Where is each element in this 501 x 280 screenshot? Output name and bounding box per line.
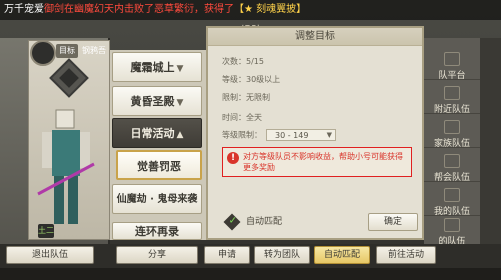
activity-label: 黄昏圣殿 [130, 95, 175, 108]
activity-label: 连环再录 [135, 225, 179, 238]
share-button[interactable]: 分享 [116, 246, 198, 264]
goto-activity-button[interactable]: 前往活动 [376, 246, 436, 264]
confirm-button[interactable]: 确定 [368, 213, 418, 231]
guild-icon [444, 154, 460, 168]
marquee-item: 【★ 刻魂翼披】 [234, 4, 307, 15]
level-label: 等级： [222, 75, 246, 84]
time-label: 时间： [222, 113, 246, 122]
activity-list: 魔霜城上 ▼ 黄昏圣殿 ▼ 日常活动 ▲ 觉善罚恶 仙魔劫 · 鬼母来袭 连环再录 [110, 50, 206, 240]
chevron-down-icon: ▼ [176, 64, 184, 74]
warning-icon: ! [227, 152, 239, 164]
tab-label: 家族队伍 [433, 139, 470, 149]
apply-button[interactable]: 申请 [204, 246, 250, 264]
checkmark-icon [223, 213, 241, 230]
gear-icon[interactable] [30, 40, 56, 66]
chevron-up-icon: ▲ [176, 130, 184, 140]
activity-item-4[interactable]: 觉善罚恶 [116, 150, 202, 180]
right-edge-panel [480, 38, 501, 246]
bottom-strip [0, 268, 501, 280]
tab-my-team[interactable]: 我的队伍 [424, 186, 480, 217]
leave-team-button[interactable]: 退出队伍 [6, 246, 94, 264]
chevron-down-icon: ▼ [176, 98, 184, 108]
family-icon [444, 120, 460, 134]
activity-label: 魔霜城上 [130, 61, 175, 74]
system-marquee: 万千宠爱御剑在幽魔幻天内击败了恶草繁衍，获得了【★ 刻魂翼披】 [0, 0, 501, 20]
activity-label: 觉善罚恶 [137, 160, 181, 173]
marquee-event: 御剑在幽魔幻天内击败了恶草繁衍，获得了 [44, 4, 234, 15]
tab-label: 队平台 [438, 71, 466, 81]
activity-item-2[interactable]: 黄昏圣殿 ▼ [112, 86, 202, 116]
limit-value: 无限制 [246, 93, 270, 102]
time-row: 时间：全天 [222, 112, 262, 123]
tab-label: 附近队伍 [433, 105, 470, 115]
tab-my-team-2[interactable]: 的队伍 [424, 216, 480, 247]
team-icon [444, 218, 460, 232]
activity-label: 仙魔劫 · 鬼母来袭 [116, 194, 198, 205]
leader-tag: 目标 [56, 44, 78, 58]
team-side-tabs: 队平台 附近队伍 家族队伍 帮会队伍 我的队伍 的队伍 [424, 38, 480, 247]
adjust-target-dialog: 调整目标 次数：5/15 等级：30级以上 限制：无限制 时间：全天 等级限制：… [206, 26, 424, 240]
auto-match-button[interactable]: 自动匹配 [314, 246, 370, 264]
limit-row: 限制：无限制 [222, 92, 270, 103]
level-range-value: 30 - 149 [275, 131, 309, 140]
dialog-title: 调整目标 [208, 28, 422, 46]
auto-match-label: 自动匹配 [246, 217, 283, 227]
character-name: 钢鸦吾 [82, 46, 106, 55]
team-icon [444, 188, 460, 202]
level-range-select[interactable]: 30 - 149 ▼ [266, 129, 336, 141]
warning-text: 对方等级队员不影响收益，帮助小号可能获得更多奖励 [243, 152, 403, 172]
nearby-icon [444, 86, 460, 100]
tab-nearby-teams[interactable]: 附近队伍 [424, 84, 480, 115]
activity-item-5[interactable]: 仙魔劫 · 鬼母来袭 [112, 184, 202, 214]
character-level-badge: 土二 [38, 224, 54, 238]
level-value: 30级以上 [246, 75, 281, 84]
level-row: 等级：30级以上 [222, 74, 280, 85]
tab-team-platform[interactable]: 队平台 [424, 50, 480, 81]
count-row: 次数：5/15 [222, 56, 264, 67]
chevron-down-icon: ▼ [326, 131, 332, 139]
convert-to-raid-button[interactable]: 转为团队 [254, 246, 310, 264]
warning-notice: ! 对方等级队员不影响收益，帮助小号可能获得更多奖励 [222, 147, 412, 177]
limit-label: 限制： [222, 93, 246, 102]
tab-family-teams[interactable]: 家族队伍 [424, 118, 480, 149]
tab-label: 帮会队伍 [433, 173, 470, 183]
bottom-action-bar: 退出队伍 分享 申请 转为团队 自动匹配 前往活动 [0, 244, 501, 280]
character-figure [37, 109, 95, 224]
auto-match-toggle[interactable]: 自动匹配 [223, 213, 283, 230]
count-value: 5/15 [246, 57, 264, 66]
marquee-player: 万千宠爱 [4, 4, 44, 15]
activity-label: 日常活动 [130, 127, 175, 140]
activity-item-3[interactable]: 日常活动 ▲ [112, 118, 202, 148]
tab-guild-teams[interactable]: 帮会队伍 [424, 152, 480, 183]
activity-item-1[interactable]: 魔霜城上 ▼ [112, 52, 202, 82]
count-label: 次数： [222, 57, 246, 66]
platform-icon [444, 52, 460, 66]
activity-item-6[interactable]: 连环再录 [112, 222, 202, 240]
level-range-row: 等级限制： 30 - 149 ▼ [222, 129, 336, 141]
level-range-label: 等级限制： [222, 130, 262, 140]
time-value: 全天 [246, 113, 262, 122]
